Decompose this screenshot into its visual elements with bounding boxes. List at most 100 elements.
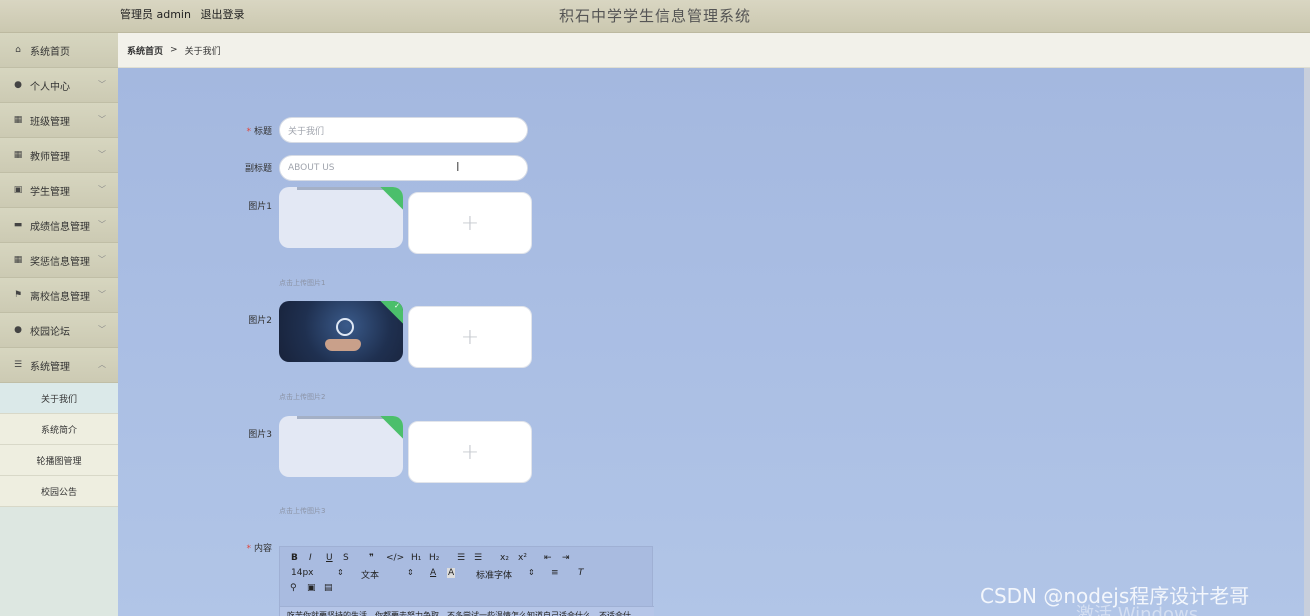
image3-hint: 点击上传图片3 bbox=[279, 507, 326, 515]
image2-hint: 点击上传图片2 bbox=[279, 393, 326, 401]
link-icon[interactable]: ⚲ bbox=[290, 583, 297, 593]
image3-upload-button[interactable]: + bbox=[408, 421, 532, 483]
chevron-down-icon: ﹀ bbox=[98, 255, 106, 264]
chevron-down-icon: ﹀ bbox=[98, 115, 106, 124]
rich-text-editor: B I U S ❞ </> H₁ H₂ ☰ ☰ x₂ x² ⇤ ⇥ 14px ⇕ 文本 ⇕ A A 标准字… bbox=[279, 546, 654, 616]
sliders-icon: ☰ bbox=[13, 360, 23, 370]
hand-shape bbox=[325, 339, 361, 351]
subtitle-input[interactable]: ABOUT US I bbox=[279, 155, 528, 181]
image2-label: 图片2 bbox=[248, 316, 272, 326]
sidebar-menu: ⌂ 系统首页 ● 个人中心 ﹀ ▦ 班级管理 ﹀ ▦ 教师管理 ﹀ ▣ 学生管理 ﹀ ▬ 成绩信息管理 ﹀ ▦ 奖惩… bbox=[0, 33, 118, 383]
chevron-down-icon: ﹀ bbox=[98, 325, 106, 334]
subscript-icon[interactable]: x₂ bbox=[500, 553, 509, 563]
video-icon[interactable]: ▤ bbox=[324, 583, 333, 593]
image1-label: 图片1 bbox=[248, 202, 272, 212]
text-style-arrow-icon: ⇕ bbox=[407, 568, 414, 577]
title-input-value: 关于我们 bbox=[288, 126, 325, 137]
sidebar-item-9[interactable]: ☰ 系统管理 ︿ bbox=[0, 348, 118, 383]
scrollbar[interactable] bbox=[1304, 68, 1310, 616]
clear-format-icon[interactable]: T bbox=[578, 568, 584, 578]
code-icon[interactable]: </> bbox=[386, 553, 404, 563]
image2-upload-button[interactable]: + bbox=[408, 306, 532, 368]
title-input[interactable]: 关于我们 bbox=[279, 117, 528, 143]
sidebar-item-3[interactable]: ▦ 教师管理 ﹀ bbox=[0, 138, 118, 173]
success-corner bbox=[380, 187, 403, 210]
sidebar-item-6[interactable]: ▦ 奖惩信息管理 ﹀ bbox=[0, 243, 118, 278]
font-size-select[interactable]: 14px bbox=[291, 568, 314, 578]
sidebar-item-label: 教师管理 bbox=[30, 151, 70, 163]
indent-icon[interactable]: ⇥ bbox=[562, 553, 570, 563]
font-color-icon[interactable]: A bbox=[430, 568, 436, 578]
sidebar-item-2[interactable]: ▦ 班级管理 ﹀ bbox=[0, 103, 118, 138]
editor-content[interactable]: 吃苦你就要坚持的生活，你都要去努力争取，不多尝试一些温情怎么知道自己适合什么，不… bbox=[280, 606, 654, 616]
image-icon[interactable]: ▣ bbox=[307, 583, 316, 593]
h1-icon[interactable]: H₁ bbox=[411, 553, 421, 563]
image3-thumbnail[interactable] bbox=[279, 416, 403, 477]
sidebar: ⌂ 系统首页 ● 个人中心 ﹀ ▦ 班级管理 ﹀ ▦ 教师管理 ﹀ ▣ 学生管理 ﹀ ▬ 成绩信息管理 ﹀ ▦ 奖惩… bbox=[0, 33, 118, 616]
submenu-item-0[interactable]: 关于我们 bbox=[0, 383, 118, 414]
success-corner bbox=[380, 416, 403, 439]
sidebar-item-label: 个人中心 bbox=[30, 81, 70, 93]
outdent-icon[interactable]: ⇤ bbox=[544, 553, 552, 563]
check-icon: ✓ bbox=[394, 302, 400, 310]
flag-icon: ⚑ bbox=[13, 290, 23, 300]
bold-icon[interactable]: B bbox=[291, 553, 298, 563]
sidebar-item-5[interactable]: ▬ 成绩信息管理 ﹀ bbox=[0, 208, 118, 243]
required-mark: * bbox=[246, 127, 251, 137]
font-family-select[interactable]: 标准字体 bbox=[476, 568, 512, 581]
breadcrumb-home[interactable]: 系统首页 bbox=[127, 44, 163, 57]
image1-thumbnail[interactable] bbox=[279, 187, 403, 248]
submenu-item-1[interactable]: 系统简介 bbox=[0, 414, 118, 445]
image3-label: 图片3 bbox=[248, 430, 272, 440]
sidebar-item-label: 系统首页 bbox=[30, 46, 70, 58]
person-icon: ● bbox=[14, 325, 22, 335]
background-color-icon[interactable]: A bbox=[447, 568, 456, 578]
chevron-down-icon: ﹀ bbox=[98, 290, 106, 299]
home-icon: ⌂ bbox=[15, 45, 21, 55]
strike-icon[interactable]: S bbox=[343, 553, 349, 563]
font-family-arrow-icon: ⇕ bbox=[528, 568, 535, 577]
italic-icon[interactable]: I bbox=[309, 553, 312, 563]
required-mark: * bbox=[246, 544, 251, 554]
main-content: * 标题 关于我们 副标题 ABOUT US I 图片1 + 点击上传图片1 图片… bbox=[118, 68, 1310, 616]
lock-icon bbox=[336, 318, 354, 336]
image1-hint: 点击上传图片1 bbox=[279, 279, 326, 287]
bullet-list-icon[interactable]: ☰ bbox=[474, 553, 482, 563]
content-label-text: 内容 bbox=[253, 544, 272, 554]
sidebar-item-label: 学生管理 bbox=[30, 186, 70, 198]
align-icon[interactable]: ≡ bbox=[551, 568, 559, 578]
sidebar-item-1[interactable]: ● 个人中心 ﹀ bbox=[0, 68, 118, 103]
chevron-down-icon: ﹀ bbox=[98, 185, 106, 194]
sidebar-item-8[interactable]: ● 校园论坛 ﹀ bbox=[0, 313, 118, 348]
quote-icon[interactable]: ❞ bbox=[369, 553, 374, 563]
plus-icon: + bbox=[460, 324, 480, 350]
breadcrumb: 系统首页 > 关于我们 bbox=[118, 33, 1310, 68]
monitor-icon: ▬ bbox=[13, 220, 23, 230]
chevron-down-icon: ﹀ bbox=[98, 220, 106, 229]
chevron-down-icon: ﹀ bbox=[98, 150, 106, 159]
superscript-icon[interactable]: x² bbox=[518, 553, 527, 563]
h2-icon[interactable]: H₂ bbox=[429, 553, 439, 563]
sidebar-item-4[interactable]: ▣ 学生管理 ﹀ bbox=[0, 173, 118, 208]
grid-icon: ▦ bbox=[13, 255, 23, 265]
underline-icon[interactable]: U bbox=[326, 553, 333, 563]
sidebar-item-label: 班级管理 bbox=[30, 116, 70, 128]
submenu-item-3[interactable]: 校园公告 bbox=[0, 476, 118, 507]
grid-icon: ▦ bbox=[13, 115, 23, 125]
sidebar-item-7[interactable]: ⚑ 离校信息管理 ﹀ bbox=[0, 278, 118, 313]
text-cursor-icon: I bbox=[456, 160, 460, 174]
title-label-text: 标题 bbox=[253, 127, 272, 137]
sidebar-item-0[interactable]: ⌂ 系统首页 bbox=[0, 33, 118, 68]
image1-upload-button[interactable]: + bbox=[408, 192, 532, 254]
submenu-item-2[interactable]: 轮播图管理 bbox=[0, 445, 118, 476]
plus-icon: + bbox=[460, 439, 480, 465]
sidebar-submenu: 关于我们 系统简介 轮播图管理 校园公告 bbox=[0, 383, 118, 507]
person-icon: ● bbox=[14, 80, 22, 90]
image1-strip bbox=[297, 187, 387, 190]
ordered-list-icon[interactable]: ☰ bbox=[457, 553, 465, 563]
app-title: 积石中学学生信息管理系统 bbox=[558, 7, 751, 25]
text-style-select[interactable]: 文本 bbox=[361, 568, 379, 581]
image2-thumbnail[interactable]: ✓ bbox=[279, 301, 403, 362]
breadcrumb-separator: > bbox=[170, 45, 178, 55]
chart-icon: ▣ bbox=[13, 185, 23, 195]
